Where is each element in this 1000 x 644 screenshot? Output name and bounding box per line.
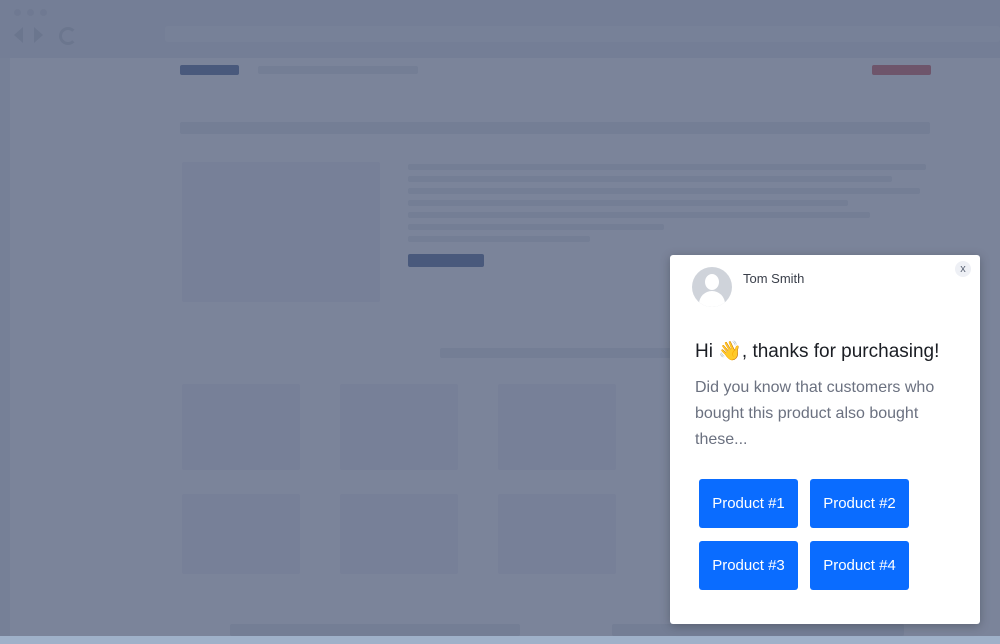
greeting-text: Hi 👋, thanks for purchasing! [695, 339, 965, 363]
product-2-button[interactable]: Product #2 [810, 479, 909, 528]
close-icon[interactable]: x [955, 261, 971, 277]
wave-icon: 👋 [718, 340, 742, 362]
screen: x Tom Smith Hi 👋, thanks for purchasing!… [0, 0, 1000, 644]
avatar-body [699, 291, 725, 307]
product-1-button[interactable]: Product #1 [699, 479, 798, 528]
sender-name: Tom Smith [743, 271, 805, 286]
greeting-prefix: Hi [695, 341, 719, 362]
greeting-suffix: , thanks for purchasing! [741, 341, 940, 362]
product-4-button[interactable]: Product #4 [810, 541, 909, 590]
product-3-button[interactable]: Product #3 [699, 541, 798, 590]
bottom-strip [0, 636, 1000, 644]
avatar-icon [692, 267, 732, 307]
upsell-message: Did you know that customers who bought t… [695, 379, 935, 448]
upsell-popup: x Tom Smith Hi 👋, thanks for purchasing!… [670, 255, 980, 624]
avatar-head [705, 274, 719, 290]
